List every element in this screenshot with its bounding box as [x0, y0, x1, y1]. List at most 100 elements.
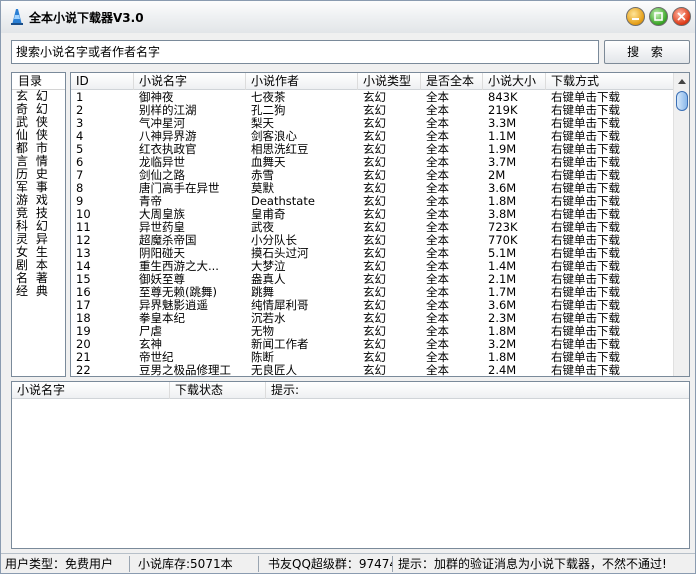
- table-row[interactable]: 10 大周皇族 皇甫奇 玄幻 全本 3.8M 右键单击下载: [71, 208, 674, 221]
- cell-size: 219K: [488, 104, 518, 117]
- vertical-scrollbar[interactable]: [673, 73, 689, 376]
- cell-type: 玄幻: [363, 91, 386, 104]
- table-row[interactable]: 3 气冲星河 梨天 玄幻 全本 3.3M 右键单击下载: [71, 117, 674, 130]
- close-button[interactable]: [672, 7, 691, 26]
- table-row[interactable]: 5 红衣执政官 相思洗红豆 玄幻 全本 1.9M 右键单击下载: [71, 143, 674, 156]
- column-header-tip[interactable]: 提示:: [266, 382, 689, 399]
- table-row[interactable]: 20 玄神 新闻工作者 玄幻 全本 3.2M 右键单击下载: [71, 338, 674, 351]
- category-item[interactable]: 经 典: [12, 285, 65, 298]
- cell-download: 右键单击下载: [551, 234, 620, 247]
- cell-author: 跳舞: [251, 286, 274, 299]
- table-row[interactable]: 18 拳皇本纪 沉若水 玄幻 全本 2.3M 右键单击下载: [71, 312, 674, 325]
- cell-size: 3.6M: [488, 299, 517, 312]
- cell-author: 七夜茶: [251, 91, 286, 104]
- cell-size: 3.2M: [488, 338, 517, 351]
- app-window: 全本小说下载器V3.0 搜 索 目录 玄 幻奇 幻武 侠仙 侠都 市言 情历 史…: [0, 0, 696, 574]
- cell-type: 玄幻: [363, 273, 386, 286]
- cell-author: 赤雪: [251, 169, 274, 182]
- table-row[interactable]: 9 青帝 Deathstate 玄幻 全本 1.8M 右键单击下载: [71, 195, 674, 208]
- cell-type: 玄幻: [363, 286, 386, 299]
- cell-type: 玄幻: [363, 117, 386, 130]
- cell-id: 13: [76, 247, 91, 260]
- cell-complete: 全本: [426, 104, 449, 117]
- cell-author: 陈断: [251, 351, 274, 364]
- table-row[interactable]: 1 御神夜 七夜茶 玄幻 全本 843K 右键单击下载: [71, 91, 674, 104]
- cell-type: 玄幻: [363, 143, 386, 156]
- table-row[interactable]: 11 异世药皇 武夜 玄幻 全本 723K 右键单击下载: [71, 221, 674, 234]
- cell-title: 重生西游之大...: [139, 260, 219, 273]
- table-row[interactable]: 13 阴阳碰天 摸石头过河 玄幻 全本 5.1M 右键单击下载: [71, 247, 674, 260]
- download-status-list: 小说名字 下载状态 提示:: [11, 381, 690, 549]
- minimize-button[interactable]: [626, 7, 645, 26]
- cell-title: 御神夜: [139, 91, 174, 104]
- user-type-status: 用户类型：免费用户: [1, 556, 130, 572]
- cell-type: 玄幻: [363, 221, 386, 234]
- cell-type: 玄幻: [363, 325, 386, 338]
- column-header-id[interactable]: ID: [71, 73, 134, 90]
- table-row[interactable]: 7 剑仙之路 赤雪 玄幻 全本 2M 右键单击下载: [71, 169, 674, 182]
- scroll-thumb[interactable]: [676, 91, 688, 111]
- column-header-status[interactable]: 下载状态: [170, 382, 266, 399]
- table-row[interactable]: 17 异界魅影逍遥 纯情犀利哥 玄幻 全本 3.6M 右键单击下载: [71, 299, 674, 312]
- maximize-icon: [654, 12, 663, 21]
- cell-size: 1.8M: [488, 325, 517, 338]
- cell-title: 至尊无赖(跳舞): [139, 286, 217, 299]
- table-row[interactable]: 4 八神异界游 剑客浪心 玄幻 全本 1.1M 右键单击下载: [71, 130, 674, 143]
- close-icon: [677, 12, 686, 21]
- cell-type: 玄幻: [363, 182, 386, 195]
- table-row[interactable]: 14 重生西游之大... 大梦泣 玄幻 全本 1.4M 右键单击下载: [71, 260, 674, 273]
- status-bar: 用户类型：免费用户 小说库存:5071本 书友QQ超级群：97474 提示：加群…: [1, 553, 695, 573]
- cell-download: 右键单击下载: [551, 338, 620, 351]
- column-header-complete[interactable]: 是否全本: [421, 73, 483, 90]
- cell-id: 4: [76, 130, 84, 143]
- cell-author: 无良匠人: [251, 364, 297, 376]
- cell-complete: 全本: [426, 91, 449, 104]
- column-header-size[interactable]: 小说大小: [483, 73, 546, 90]
- search-button[interactable]: 搜 索: [604, 40, 690, 64]
- column-header-download[interactable]: 下载方式: [546, 73, 674, 90]
- cell-download: 右键单击下载: [551, 325, 620, 338]
- column-header-novel-name[interactable]: 小说名字: [12, 382, 170, 399]
- cell-download: 右键单击下载: [551, 364, 620, 376]
- cell-id: 10: [76, 208, 91, 221]
- cell-id: 14: [76, 260, 91, 273]
- cell-size: 2.3M: [488, 312, 517, 325]
- cell-type: 玄幻: [363, 351, 386, 364]
- table-row[interactable]: 8 唐门高手在异世 莫默 玄幻 全本 3.6M 右键单击下载: [71, 182, 674, 195]
- search-input[interactable]: [11, 40, 599, 64]
- cell-complete: 全本: [426, 286, 449, 299]
- cell-id: 16: [76, 286, 91, 299]
- cell-title: 阴阳碰天: [139, 247, 185, 260]
- cell-download: 右键单击下载: [551, 221, 620, 234]
- cell-title: 红衣执政官: [139, 143, 197, 156]
- table-row[interactable]: 6 龙临异世 血舞天 玄幻 全本 3.7M 右键单击下载: [71, 156, 674, 169]
- cell-size: 1.8M: [488, 351, 517, 364]
- cell-title: 豆男之极品修理工: [139, 364, 231, 376]
- table-row[interactable]: 15 御妖至尊 盎真人 玄幻 全本 2.1M 右键单击下载: [71, 273, 674, 286]
- title-bar[interactable]: 全本小说下载器V3.0: [1, 1, 695, 33]
- cell-author: 梨天: [251, 117, 274, 130]
- table-row[interactable]: 16 至尊无赖(跳舞) 跳舞 玄幻 全本 1.7M 右键单击下载: [71, 286, 674, 299]
- cell-type: 玄幻: [363, 338, 386, 351]
- column-header-author[interactable]: 小说作者: [246, 73, 358, 90]
- cell-id: 15: [76, 273, 91, 286]
- cell-size: 2M: [488, 169, 506, 182]
- cell-size: 3.3M: [488, 117, 517, 130]
- table-row[interactable]: 19 尸虐 无物 玄幻 全本 1.8M 右键单击下载: [71, 325, 674, 338]
- cell-id: 11: [76, 221, 91, 234]
- cell-title: 帝世纪: [139, 351, 174, 364]
- table-row[interactable]: 22 豆男之极品修理工 无良匠人 玄幻 全本 2.4M 右键单击下载: [71, 364, 674, 376]
- table-row[interactable]: 12 超魔杀帝国 小分队长 玄幻 全本 770K 右键单击下载: [71, 234, 674, 247]
- table-row[interactable]: 21 帝世纪 陈断 玄幻 全本 1.8M 右键单击下载: [71, 351, 674, 364]
- scroll-up-button[interactable]: [674, 73, 689, 89]
- column-header-type[interactable]: 小说类型: [358, 73, 421, 90]
- cell-title: 青帝: [139, 195, 162, 208]
- cell-complete: 全本: [426, 247, 449, 260]
- cell-type: 玄幻: [363, 208, 386, 221]
- column-header-title[interactable]: 小说名字: [134, 73, 246, 90]
- cell-size: 723K: [488, 221, 518, 234]
- maximize-button[interactable]: [649, 7, 668, 26]
- cell-title: 御妖至尊: [139, 273, 185, 286]
- cell-size: 1.4M: [488, 260, 517, 273]
- table-row[interactable]: 2 别样的江湖 孔二狗 玄幻 全本 219K 右键单击下载: [71, 104, 674, 117]
